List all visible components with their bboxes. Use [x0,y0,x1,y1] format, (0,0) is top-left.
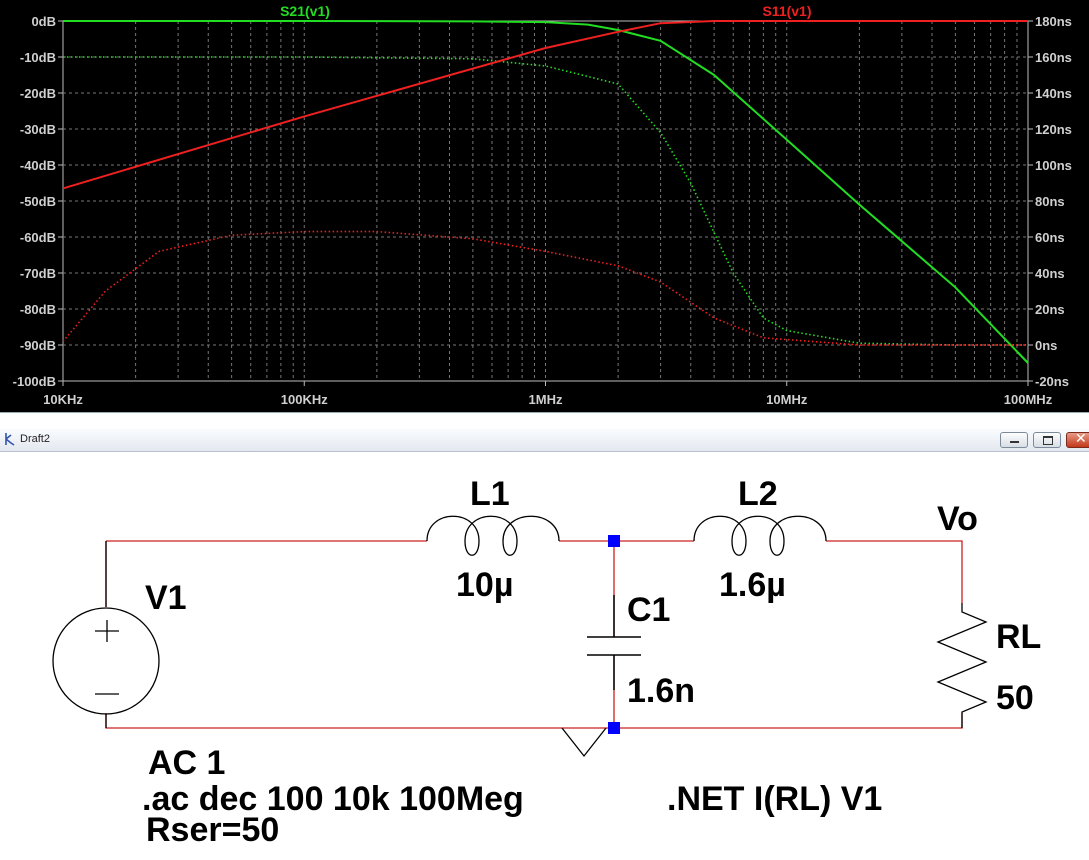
schematic-window-titlebar: Draft2 ✕ [0,412,1089,457]
junction-node[interactable] [608,535,620,547]
y-left-tick-label: -30dB [20,122,56,137]
trace-label-s21[interactable]: S21(v1) [280,3,330,19]
l2-label[interactable]: L2 [738,475,778,513]
y-left-tick-label: -60dB [20,230,56,245]
y-right-tick-label: -20ns [1035,374,1069,389]
rl-value[interactable]: 50 [996,679,1034,717]
y-right-tick-label: 60ns [1035,230,1065,245]
y-left-tick-label: -40dB [20,158,56,173]
y-right-tick-label: 180ns [1035,14,1072,29]
inductor-l2[interactable] [693,515,827,556]
waveform-viewer[interactable]: 0dB -10dB -20dB -30dB -40dB -50dB -60dB -70dB -8… [0,0,1089,412]
plot-canvas[interactable]: 0dB -10dB -20dB -30dB -40dB -50dB -60dB -70dB -8… [0,0,1089,412]
wires[interactable] [105,540,963,729]
y-right-tick-label: 40ns [1035,266,1065,281]
net-directive[interactable]: .NET I(RL) V1 [667,780,882,818]
restore-icon [1043,436,1053,445]
y-right-tick-label: 160ns [1035,50,1072,65]
y-right-tick-label: 20ns [1035,302,1065,317]
l1-label[interactable]: L1 [470,475,510,513]
y-left-tick-label: -20dB [20,86,56,101]
junction-node[interactable] [608,722,620,734]
l2-value[interactable]: 1.6µ [719,566,786,604]
x-tick-label: 1MHz [529,392,563,407]
l1-value[interactable]: 10µ [456,566,513,604]
y-left-tick-label: -80dB [20,302,56,317]
schematic-app-icon [5,433,15,446]
y-left-tick-label: -10dB [20,50,56,65]
window-title: Draft2 [20,433,50,445]
y-left-tick-label: -50dB [20,194,56,209]
minimize-button[interactable] [1000,432,1028,448]
resistor-rl[interactable] [936,603,988,728]
y-right-tick-label: 100ns [1035,158,1072,173]
y-left-tick-label: -90dB [20,338,56,353]
x-tick-label: 100KHz [281,392,328,407]
schematic-canvas[interactable]: V1 L1 10µ L2 1.6µ C1 1.6n Vo RL 50 AC 1 … [0,456,1089,860]
x-tick-label: 100MHz [1004,392,1053,407]
net-label-vo[interactable]: Vo [937,500,978,538]
source-spec-rser[interactable]: Rser=50 [146,811,279,849]
v1-label[interactable]: V1 [145,579,187,617]
x-tick-label: 10MHz [766,392,808,407]
x-tick-label: 10KHz [43,392,83,407]
close-icon: ✕ [1075,431,1087,447]
rl-label[interactable]: RL [996,618,1041,656]
y-right-tick-label: 140ns [1035,86,1072,101]
y-right-tick-label: 0ns [1035,338,1057,353]
c1-label[interactable]: C1 [627,591,670,629]
y-left-tick-label: -70dB [20,266,56,281]
c1-value[interactable]: 1.6n [627,672,695,710]
y-right-tick-label: 80ns [1035,194,1065,209]
close-button[interactable]: ✕ [1066,431,1089,448]
voltage-source-v1[interactable] [52,541,160,728]
title-strip: Draft2 ✕ [0,429,1089,452]
ground-symbol[interactable] [561,727,607,758]
inductor-l1[interactable] [426,515,560,556]
maximize-button[interactable] [1033,432,1061,448]
y-right-tick-label: 120ns [1035,122,1072,137]
y-left-tick-label: 0dB [31,14,56,29]
trace-label-s11[interactable]: S11(v1) [762,3,811,19]
y-left-tick-label: -100dB [13,374,56,389]
minimize-icon [1010,441,1019,443]
source-spec-ac[interactable]: AC 1 [148,744,225,782]
